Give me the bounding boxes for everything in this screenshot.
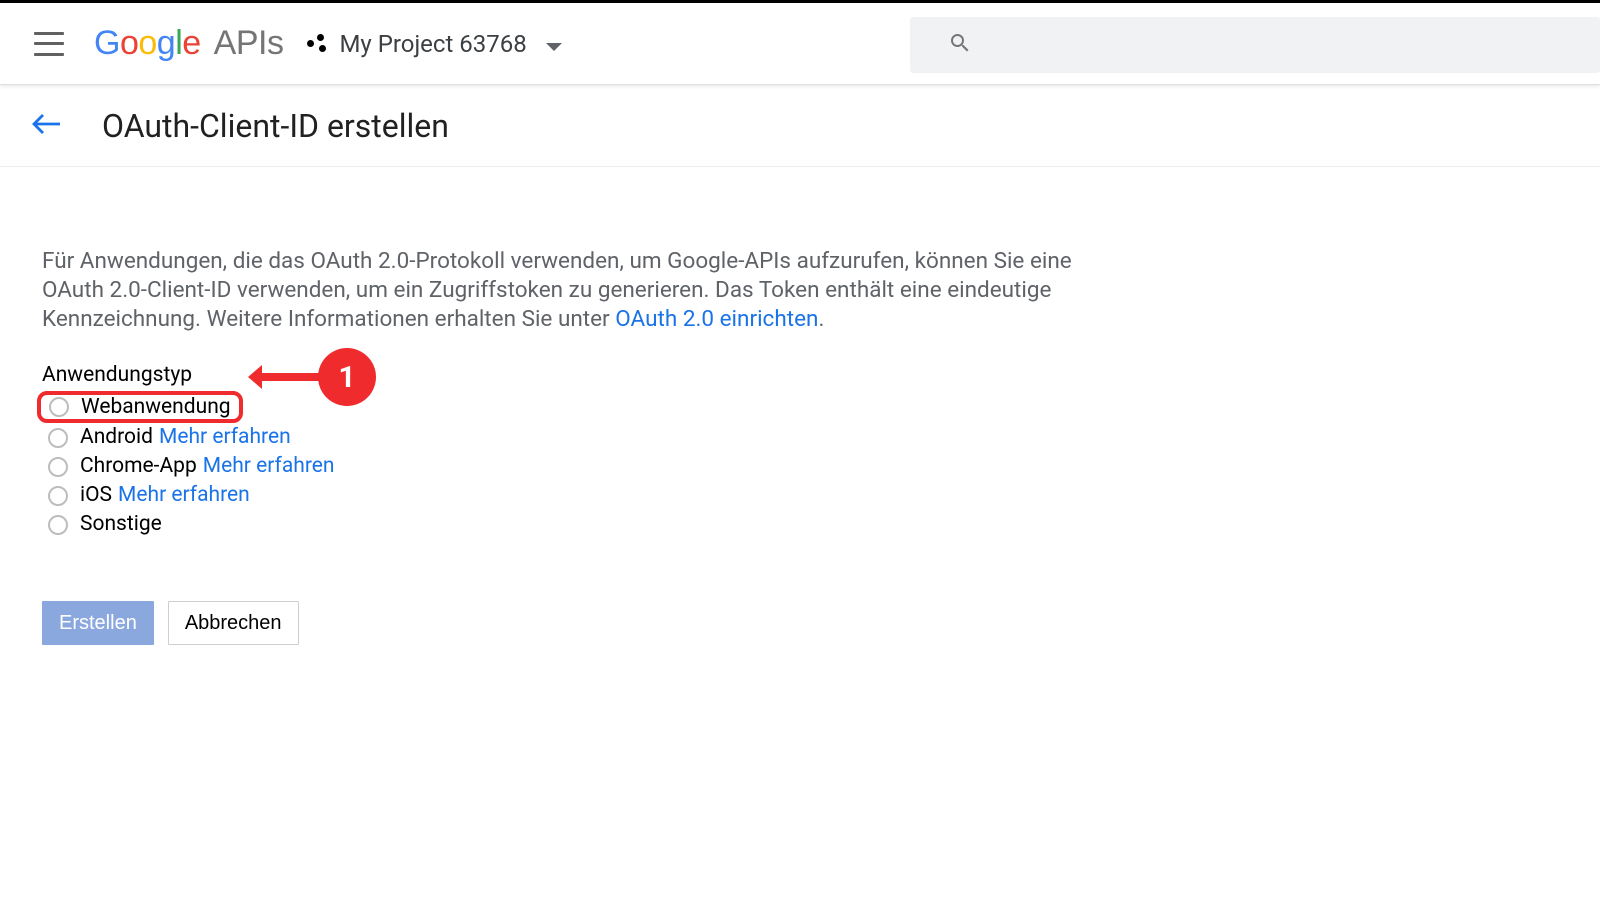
application-type-label: Anwendungstyp	[42, 363, 1120, 387]
search-icon	[948, 31, 972, 59]
project-name: My Project 63768	[339, 30, 526, 58]
radio-icon	[48, 515, 68, 535]
annotation-highlight: Webanwendung	[37, 391, 243, 423]
radio-option-chrome[interactable]: Chrome-App Mehr erfahren	[42, 452, 1120, 481]
annotation-badge: 1	[318, 348, 376, 406]
create-button[interactable]: Erstellen	[42, 601, 154, 645]
page-header: OAuth-Client-ID erstellen	[0, 85, 1600, 167]
radio-icon	[48, 457, 68, 477]
radio-option-ios[interactable]: iOS Mehr erfahren	[42, 481, 1120, 510]
project-icon	[307, 34, 327, 54]
learn-more-link[interactable]: Mehr erfahren	[118, 481, 250, 510]
page-title: OAuth-Client-ID erstellen	[102, 107, 449, 145]
learn-more-link[interactable]: Mehr erfahren	[203, 452, 335, 481]
google-apis-logo[interactable]: Google APIs	[94, 24, 283, 63]
form-actions: Erstellen Abbrechen	[42, 601, 1120, 645]
radio-icon	[49, 397, 69, 417]
annotation-arrow	[260, 373, 324, 381]
main-content: Für Anwendungen, die das OAuth 2.0-Proto…	[0, 167, 1120, 645]
radio-option-web[interactable]: Webanwendung	[42, 391, 1120, 423]
intro-text: Für Anwendungen, die das OAuth 2.0-Proto…	[42, 247, 1120, 333]
radio-icon	[48, 428, 68, 448]
project-selector[interactable]: My Project 63768	[307, 30, 562, 58]
learn-more-link[interactable]: Mehr erfahren	[159, 423, 291, 452]
hamburger-menu-icon[interactable]	[34, 32, 64, 56]
back-arrow-icon[interactable]	[32, 113, 62, 139]
chevron-down-icon	[545, 30, 563, 58]
top-bar: Google APIs My Project 63768	[0, 0, 1600, 85]
search-bar[interactable]	[910, 17, 1600, 73]
application-type-radio-group: Webanwendung Android Mehr erfahren Chrom…	[42, 391, 1120, 539]
cancel-button[interactable]: Abbrechen	[168, 601, 299, 645]
radio-option-android[interactable]: Android Mehr erfahren	[42, 423, 1120, 452]
oauth-setup-link[interactable]: OAuth 2.0 einrichten	[615, 306, 818, 332]
radio-option-other[interactable]: Sonstige	[42, 510, 1120, 539]
radio-icon	[48, 486, 68, 506]
